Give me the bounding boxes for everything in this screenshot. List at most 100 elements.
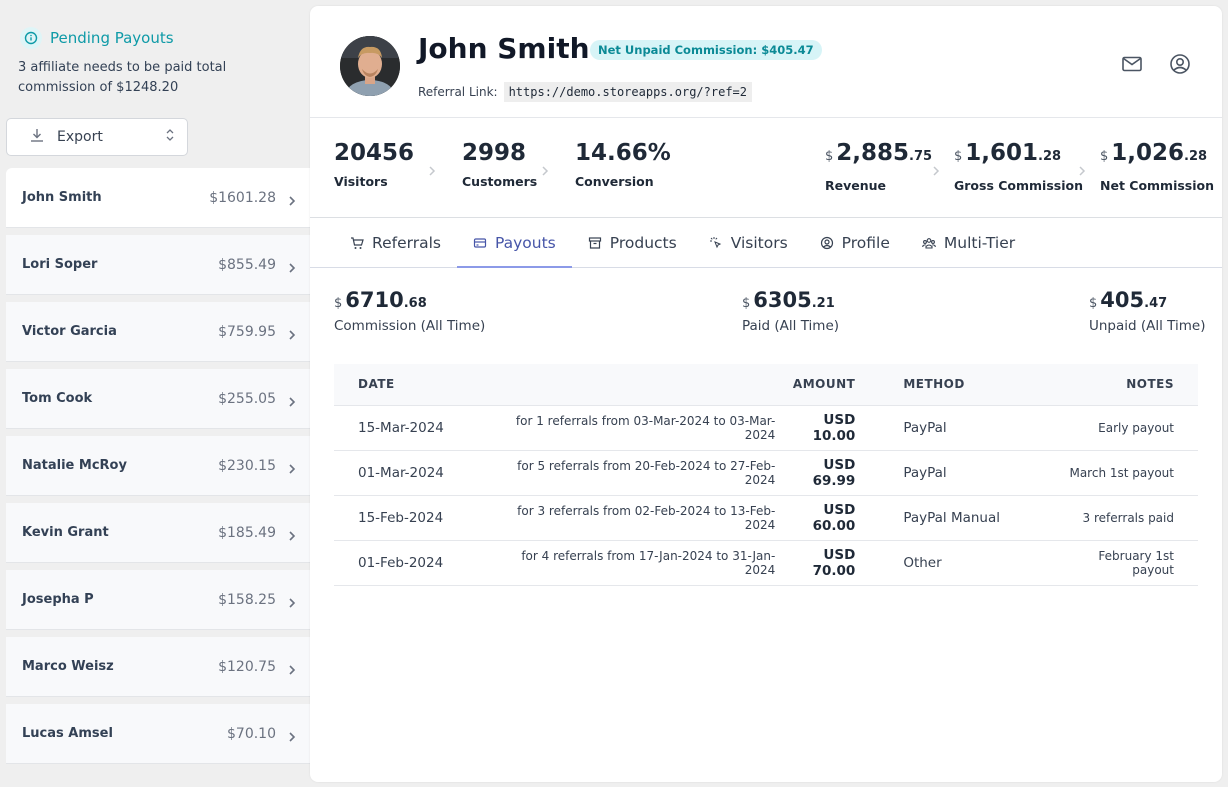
user-circle-icon	[820, 236, 834, 250]
payout-amount: USD 69.99	[787, 450, 856, 496]
payout-method: PayPal Manual	[855, 495, 1056, 541]
affiliate-list-item[interactable]: Lucas Amsel $70.10	[6, 704, 310, 764]
affiliate-name: John Smith	[418, 32, 590, 65]
affiliate-list: John Smith $1601.28 Lori Soper $855.49 Victo…	[6, 168, 310, 771]
payout-date: 15-Feb-2024	[334, 495, 494, 541]
stat-revenue-label: Revenue	[825, 178, 887, 193]
payout-summary: $6710.68 Commission (All Time) $6305.21 …	[310, 268, 1222, 364]
cart-icon	[350, 236, 364, 250]
stats-bar: 20456 Visitors 2998 Customers 14.66% Con…	[310, 118, 1222, 218]
affiliate-detail-panel: John Smith Net Unpaid Commission: $405.4…	[310, 6, 1222, 782]
chevron-right-icon	[932, 162, 940, 176]
affiliate-list-item[interactable]: Marco Weisz $120.75	[6, 637, 310, 697]
table-header-row: DATE AMOUNT METHOD NOTES	[334, 364, 1198, 406]
net-unpaid-badge: Net Unpaid Commission: $405.47	[590, 40, 822, 60]
payout-amount: USD 60.00	[787, 495, 856, 541]
stat-net-whole: 1,026	[1111, 140, 1185, 166]
chevron-right-icon	[288, 326, 296, 340]
info-icon	[20, 27, 42, 49]
chevron-right-icon	[288, 594, 296, 608]
user-circle-icon[interactable]	[1168, 52, 1192, 76]
payout-notes: Early payout	[1055, 405, 1198, 451]
payout-method: Other	[855, 540, 1056, 586]
stat-net-label: Net Commission	[1100, 178, 1215, 193]
affiliate-amount: $230.15	[218, 457, 276, 474]
affiliate-amount: $120.75	[218, 658, 276, 675]
header-method: METHOD	[855, 364, 1056, 406]
referral-link-label: Referral Link:	[418, 85, 498, 99]
affiliate-list-item[interactable]: Tom Cook $255.05	[6, 369, 310, 429]
mail-icon[interactable]	[1120, 52, 1144, 76]
affiliate-list-item[interactable]: Lori Soper $855.49	[6, 235, 310, 295]
tab-referrals[interactable]: Referrals	[334, 218, 457, 267]
table-row: 15-Mar-2024 for 1 referrals from 03-Mar-2…	[334, 405, 1198, 451]
payout-amount: USD 10.00	[787, 405, 856, 451]
header-description	[494, 364, 788, 406]
affiliate-name: Tom Cook	[22, 391, 93, 406]
affiliate-name: Marco Weisz	[22, 659, 114, 674]
tab-products[interactable]: Products	[572, 218, 693, 267]
stat-customers-label: Customers	[462, 174, 538, 189]
table-row: 01-Mar-2024 for 5 referrals from 20-Feb-2…	[334, 450, 1198, 496]
summary-commission-label: Commission (All Time)	[334, 318, 486, 334]
affiliate-list-item[interactable]: Victor Garcia $759.95	[6, 302, 310, 362]
referral-link-row: Referral Link: https://demo.storeapps.or…	[418, 82, 752, 102]
payout-description: for 3 referrals from 02-Feb-2024 to 13-F…	[494, 495, 788, 541]
user-group-icon	[922, 236, 936, 250]
tab-label: Visitors	[730, 233, 788, 252]
archive-box-icon	[588, 236, 602, 250]
tab-payouts[interactable]: Payouts	[456, 218, 572, 268]
affiliate-amount: $255.05	[218, 390, 276, 407]
affiliate-list-item[interactable]: Natalie McRoy $230.15	[6, 436, 310, 496]
summary-paid-cents: .21	[811, 296, 835, 311]
chevron-right-icon	[541, 162, 549, 176]
chevron-right-icon	[428, 162, 436, 176]
payout-date: 01-Feb-2024	[334, 540, 494, 586]
tab-label: Products	[609, 233, 677, 252]
tab-profile[interactable]: Profile	[804, 218, 906, 267]
pending-payouts-header: Pending Payouts	[20, 27, 174, 49]
tab-multi-tier[interactable]: Multi-Tier	[906, 218, 1031, 267]
stat-conversion-label: Conversion	[575, 174, 654, 189]
table-row: 15-Feb-2024 for 3 referrals from 02-Feb-2…	[334, 495, 1198, 541]
header-date: DATE	[334, 364, 494, 406]
stat-visitors-value: 20456	[334, 140, 415, 166]
affiliate-list-item[interactable]: Josepha P $158.25	[6, 570, 310, 630]
summary-paid-label: Paid (All Time)	[742, 318, 840, 334]
affiliate-name: Lucas Amsel	[22, 726, 113, 741]
pending-payouts-title: Pending Payouts	[50, 29, 174, 47]
stat-gross-commission: $1,601.28 Gross Commission	[954, 140, 1083, 193]
referral-link[interactable]: https://demo.storeapps.org/?ref=2	[503, 82, 752, 102]
chevron-right-icon	[288, 460, 296, 474]
summary-commission-whole: 6710	[345, 288, 404, 312]
summary-unpaid-whole: 405	[1100, 288, 1145, 312]
pending-payouts-description: 3 affiliate needs to be paid total commi…	[18, 60, 227, 95]
summary-unpaid-cents: .47	[1144, 296, 1168, 311]
chevron-right-icon	[1078, 162, 1086, 176]
stat-visitors-label: Visitors	[334, 174, 388, 189]
tab-visitors[interactable]: Visitors	[693, 218, 804, 267]
affiliate-amount: $70.10	[227, 725, 276, 742]
stat-customers-value: 2998	[462, 140, 527, 166]
stat-revenue: $2,885.75 Revenue	[825, 140, 932, 193]
tab-label: Profile	[841, 233, 890, 252]
affiliate-amount: $1601.28	[209, 189, 276, 206]
cursor-click-icon	[709, 236, 723, 250]
credit-card-icon	[473, 236, 487, 250]
stat-gross-whole: 1,601	[965, 140, 1039, 166]
chevron-up-down-icon	[165, 127, 175, 147]
summary-commission: $6710.68 Commission (All Time)	[334, 288, 485, 334]
affiliate-name: Josepha P	[22, 592, 94, 607]
export-label: Export	[57, 129, 103, 145]
stat-customers: 2998 Customers	[462, 140, 537, 189]
summary-unpaid: $405.47 Unpaid (All Time)	[1089, 288, 1206, 334]
payout-notes: March 1st payout	[1055, 450, 1198, 496]
export-select[interactable]: Export	[6, 118, 188, 156]
payout-description: for 5 referrals from 20-Feb-2024 to 27-F…	[494, 450, 788, 496]
chevron-right-icon	[288, 527, 296, 541]
currency-symbol: $	[1100, 149, 1109, 164]
affiliate-list-item[interactable]: John Smith $1601.28	[6, 168, 310, 228]
tab-label: Multi-Tier	[943, 233, 1016, 252]
affiliate-list-item[interactable]: Kevin Grant $185.49	[6, 503, 310, 563]
affiliate-name: Lori Soper	[22, 257, 98, 272]
